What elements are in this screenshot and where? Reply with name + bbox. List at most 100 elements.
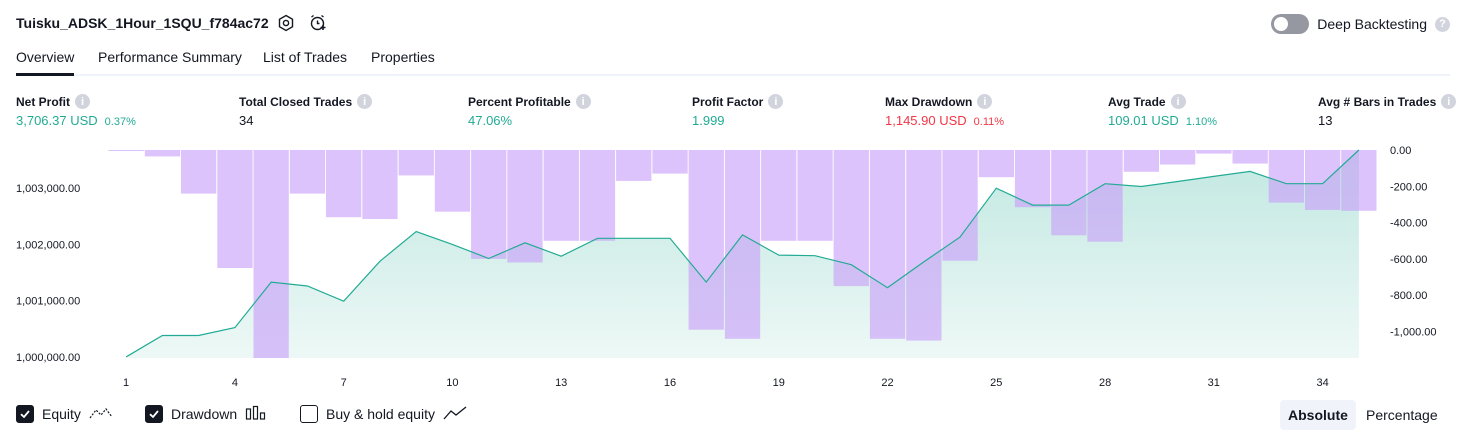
right-axis-tick: -800.00 xyxy=(1390,290,1427,302)
drawdown-bar xyxy=(1087,150,1123,242)
info-icon[interactable]: i xyxy=(977,94,993,109)
tab-overview[interactable]: Overview xyxy=(16,49,75,76)
drawdown-bar xyxy=(652,150,688,174)
x-axis-tick: 4 xyxy=(232,377,238,389)
drawdown-checkbox[interactable] xyxy=(145,405,163,423)
drawdown-bar xyxy=(253,150,289,358)
right-axis-tick: -1,000.00 xyxy=(1390,327,1436,339)
tab-performance-summary[interactable]: Performance Summary xyxy=(98,49,242,73)
drawdown-bar xyxy=(978,150,1014,178)
x-axis: 1 4 7 10 13 16 19 22 25 28 31 34 xyxy=(123,377,1329,389)
metric-total-closed-trades: Total Closed Trades i 34 xyxy=(239,93,373,128)
drawdown-bar xyxy=(1014,150,1051,208)
drawdown-bar xyxy=(1196,150,1232,154)
drawdown-bar xyxy=(1232,150,1268,164)
settings-icon[interactable] xyxy=(276,13,296,33)
metric-avg-trade: Avg Trade i 109.01 USD 1.10% xyxy=(1108,93,1217,128)
x-axis-tick: 13 xyxy=(555,377,567,389)
info-icon[interactable]: i xyxy=(1441,94,1457,109)
drawdown-bar xyxy=(108,150,144,151)
drawdown-bar xyxy=(362,150,398,219)
drawdown-bar xyxy=(724,150,761,339)
deep-backtesting-label: Deep Backtesting xyxy=(1317,16,1427,32)
metric-value: 109.01 USD xyxy=(1108,113,1179,128)
left-axis-tick: 1,001,000.00 xyxy=(16,296,80,308)
x-axis-tick: 7 xyxy=(341,377,347,389)
metric-label: Total Closed Trades xyxy=(239,94,353,109)
left-axis: 1,000,000.00 1,001,000.00 1,002,000.00 1,00… xyxy=(16,183,80,364)
right-axis: 0.00 -200.00 -400.00 -600.00 -800.00 -1,000.0… xyxy=(1390,145,1436,339)
drawdown-bar xyxy=(543,150,579,241)
tab-list-of-trades[interactable]: List of Trades xyxy=(263,49,347,73)
drawdown-bars-icon xyxy=(245,405,267,424)
percentage-toggle[interactable]: Percentage xyxy=(1358,400,1446,430)
metric-profit-factor: Profit Factor i 1.999 xyxy=(692,93,784,128)
drawdown-bar xyxy=(688,150,724,330)
legend-label: Drawdown xyxy=(171,406,238,422)
right-axis-tick: -400.00 xyxy=(1390,218,1427,230)
x-axis-tick: 34 xyxy=(1316,377,1328,389)
tab-properties[interactable]: Properties xyxy=(371,49,435,73)
right-axis-tick: 0.00 xyxy=(1390,145,1411,157)
drawdown-bar xyxy=(833,150,869,287)
metric-value: 1,145.90 USD xyxy=(885,113,967,128)
left-axis-tick: 1,003,000.00 xyxy=(16,183,80,195)
toggle-knob xyxy=(1274,17,1289,31)
drawdown-bar xyxy=(434,150,471,212)
strategy-header: Tuisku_ADSK_1Hour_1SQU_f784ac72 Deep Bac… xyxy=(16,12,1450,36)
absolute-toggle[interactable]: Absolute xyxy=(1280,400,1356,430)
drawdown-bar xyxy=(289,150,326,194)
help-icon[interactable]: ? xyxy=(1435,16,1450,32)
metric-value: 1.999 xyxy=(692,113,725,128)
metric-value: 13 xyxy=(1318,113,1333,128)
metric-percent: 0.11% xyxy=(973,116,1005,128)
metric-value: 47.06% xyxy=(468,113,513,128)
drawdown-bar xyxy=(869,150,906,339)
drawdown-bar xyxy=(507,150,543,263)
metric-percent: 0.37% xyxy=(104,116,136,128)
deep-backtesting[interactable]: Deep Backtesting ? xyxy=(1271,13,1450,35)
drawdown-bar xyxy=(906,150,942,341)
metric-label: Profit Factor xyxy=(692,94,764,109)
info-icon[interactable]: i xyxy=(768,94,784,109)
x-axis-tick: 25 xyxy=(990,377,1002,389)
drawdown-bar xyxy=(579,150,616,241)
x-axis-tick: 16 xyxy=(664,377,676,389)
add-alert-icon[interactable] xyxy=(308,13,328,33)
metric-net-profit: Net Profit i 3,706.37 USD 0.37% xyxy=(16,93,136,128)
drawdown-bar xyxy=(1051,150,1087,236)
metric-label: Net Profit xyxy=(16,94,70,109)
legend-buy-hold[interactable]: Buy & hold equity xyxy=(300,402,467,426)
equity-line-icon xyxy=(89,405,113,424)
legend-equity[interactable]: Equity xyxy=(16,402,113,426)
info-icon[interactable]: i xyxy=(75,94,90,109)
deep-backtesting-toggle[interactable] xyxy=(1271,14,1310,34)
metric-label: Avg Trade xyxy=(1108,94,1166,109)
info-icon[interactable]: i xyxy=(357,94,373,109)
legend-drawdown[interactable]: Drawdown xyxy=(145,402,267,426)
metric-label: Avg # Bars in Trades xyxy=(1318,94,1437,109)
metric-percent-profitable: Percent Profitable i 47.06% xyxy=(468,93,591,128)
drawdown-bar xyxy=(326,150,362,218)
x-axis-tick: 10 xyxy=(446,377,458,389)
info-icon[interactable]: i xyxy=(1170,94,1186,109)
x-axis-tick: 28 xyxy=(1099,377,1111,389)
drawdown-bar xyxy=(1305,150,1341,210)
metric-avg-bars-in-trades: Avg # Bars in Trades i 13 xyxy=(1318,93,1457,128)
right-axis-tick: -600.00 xyxy=(1390,254,1427,266)
drawdown-bar xyxy=(942,150,978,261)
metric-label: Percent Profitable xyxy=(468,94,571,109)
right-axis-tick: -200.00 xyxy=(1390,181,1427,193)
buyhold-checkbox[interactable] xyxy=(300,405,318,423)
equity-drawdown-chart[interactable]: 1,000,000.00 1,001,000.00 1,002,000.00 1,00… xyxy=(0,140,1466,392)
x-axis-tick: 31 xyxy=(1208,377,1220,389)
drawdown-bar xyxy=(398,150,434,176)
equity-checkbox[interactable] xyxy=(16,405,34,423)
drawdown-bar xyxy=(181,150,217,194)
info-icon[interactable]: i xyxy=(575,94,591,109)
metric-percent: 1.10% xyxy=(1185,116,1218,128)
drawdown-bar xyxy=(761,150,797,241)
drawdown-bar xyxy=(1341,150,1377,211)
drawdown-bar xyxy=(1160,150,1196,165)
x-axis-tick: 22 xyxy=(881,377,893,389)
